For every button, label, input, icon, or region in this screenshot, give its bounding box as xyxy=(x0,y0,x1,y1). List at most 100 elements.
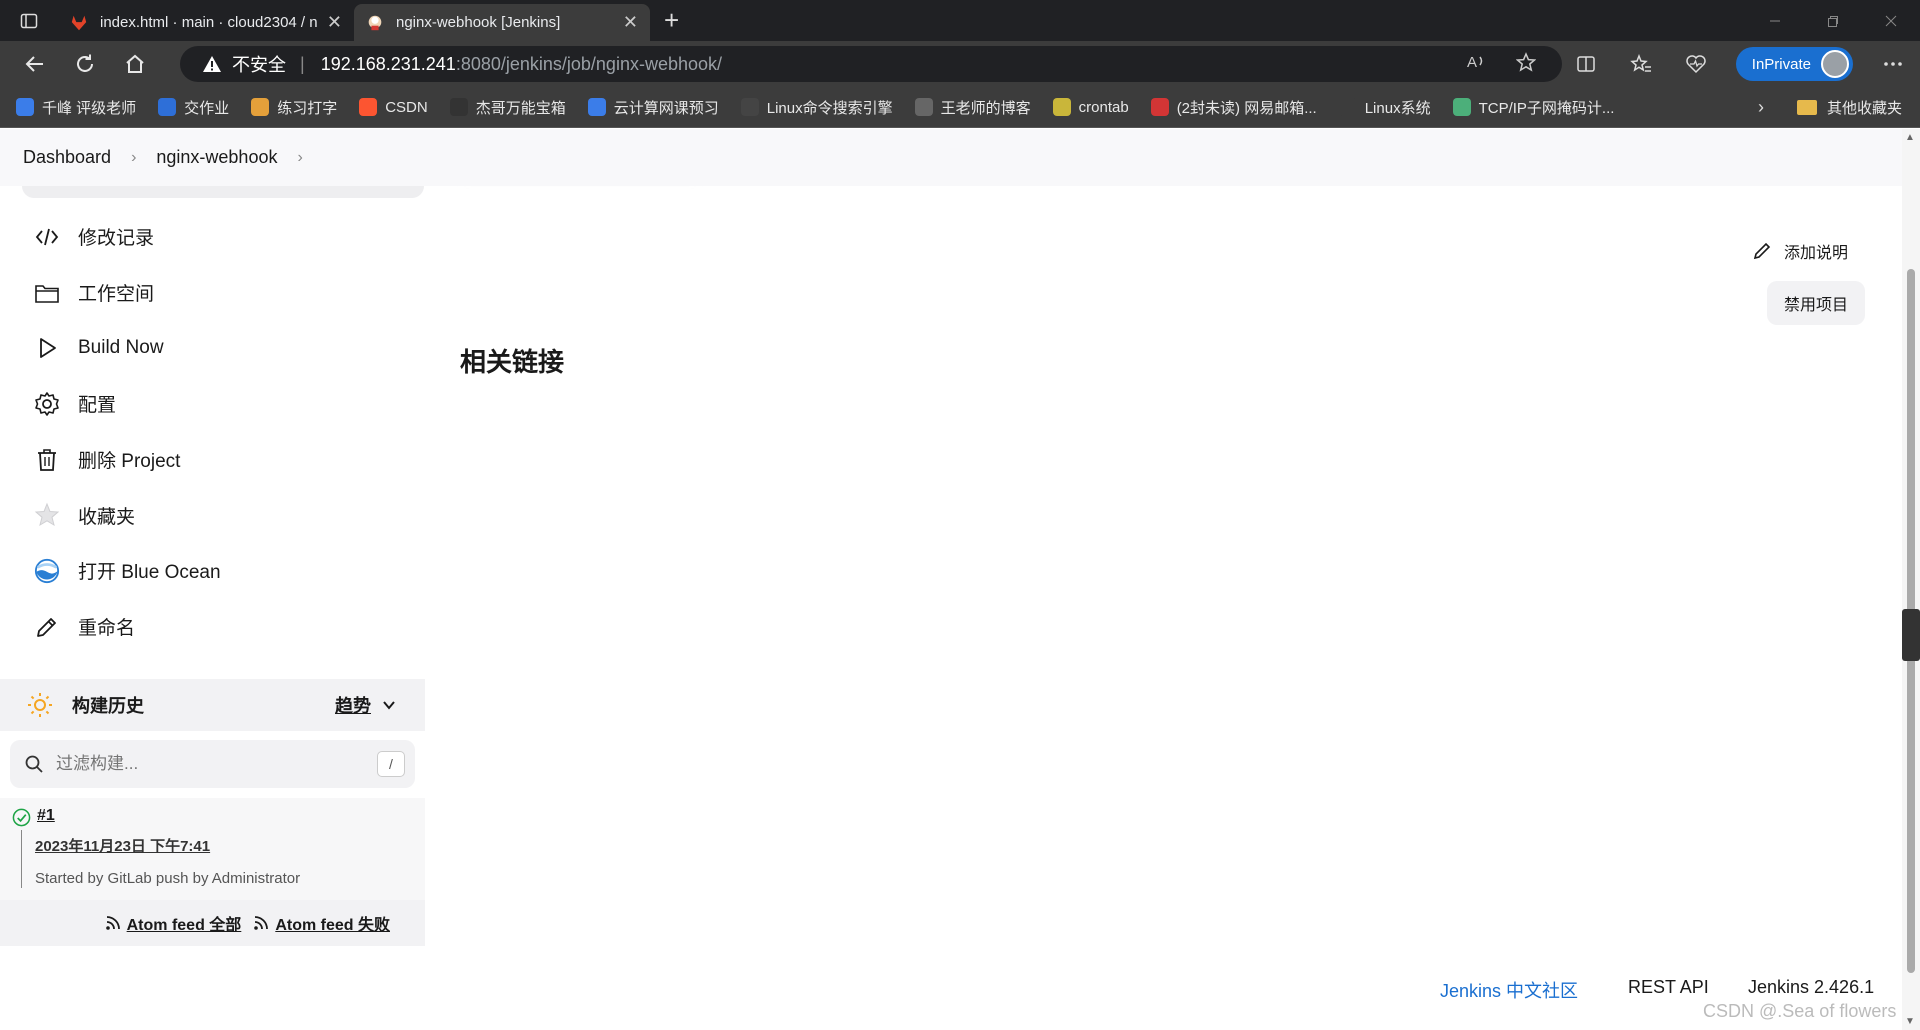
bookmark-item[interactable]: Linux系统 xyxy=(1338,97,1431,118)
pencil-icon xyxy=(1753,242,1771,260)
new-tab-button[interactable]: + xyxy=(664,5,679,36)
add-description-button[interactable]: 添加说明 xyxy=(1752,239,1848,263)
back-arrow-icon xyxy=(25,56,43,72)
bookmark-label: crontab xyxy=(1078,98,1129,116)
tab-title: index.html · main · cloud2304 / n xyxy=(100,14,318,31)
inprivate-profile-button[interactable]: InPrivate xyxy=(1735,47,1853,81)
star-outline-icon xyxy=(1515,51,1537,72)
rss-icon xyxy=(254,916,269,930)
address-separator: | xyxy=(300,53,305,74)
split-screen-button[interactable] xyxy=(1559,54,1614,74)
bookmark-item[interactable]: (2封未读) 网易邮箱... xyxy=(1150,97,1317,118)
sun-icon xyxy=(28,693,52,717)
bookmark-favicon-icon xyxy=(1452,98,1471,116)
bookmark-item[interactable]: CSDN xyxy=(359,98,428,116)
trend-label: 趋势 xyxy=(335,696,371,716)
build-date-link[interactable]: 2023年11月23日 下午7:41 xyxy=(35,835,210,856)
atom-feed-failed-link[interactable]: Atom feed 失败 xyxy=(253,911,390,935)
refresh-icon xyxy=(77,54,93,72)
build-filter-input[interactable] xyxy=(56,754,376,774)
bookmark-item[interactable]: 王老师的博客 xyxy=(914,97,1031,118)
page-scrollbar[interactable]: ▲ ▼ xyxy=(1902,129,1920,1030)
close-icon xyxy=(1885,15,1897,26)
other-favorites-folder[interactable]: 其他收藏夹 xyxy=(1796,97,1902,118)
browser-essentials-button[interactable] xyxy=(1669,54,1724,74)
bookmark-item[interactable]: crontab xyxy=(1052,98,1129,116)
disable-project-button[interactable]: 禁用项目 xyxy=(1767,281,1865,325)
build-row: #1 2023年11月23日 下午7:41 Started by GitLab … xyxy=(0,798,425,900)
address-bar[interactable]: 不安全 | 192.168.231.241:8080/jenkins/job/n… xyxy=(180,46,1562,82)
bookmark-item[interactable]: 千峰 评级老师 xyxy=(16,97,136,118)
rest-api-link[interactable]: REST API xyxy=(1628,977,1709,998)
close-window-button[interactable] xyxy=(1862,0,1920,41)
bookmark-item[interactable]: 云计算网课预习 xyxy=(587,97,719,118)
atom-feed-all-link[interactable]: Atom feed 全部 xyxy=(105,911,241,935)
trend-dropdown[interactable]: 趋势 xyxy=(335,692,397,718)
favorites-icon xyxy=(1630,54,1652,72)
heart-pulse-icon xyxy=(1686,55,1707,74)
side-menu-item-star[interactable]: 收藏夹 xyxy=(22,487,422,543)
scrollbar-grip[interactable] xyxy=(1902,609,1920,661)
tab-close-button[interactable]: ✕ xyxy=(327,12,342,33)
bookmark-label: 千峰 评级老师 xyxy=(42,99,137,117)
tab-close-button[interactable]: ✕ xyxy=(623,12,638,33)
side-menu-item-trash[interactable]: 删除 Project xyxy=(22,432,422,488)
chevron-down-icon xyxy=(383,701,395,710)
browser-tab-gitlab[interactable]: index.html · main · cloud2304 / n ✕ xyxy=(58,4,354,41)
bookmark-favicon-icon xyxy=(16,98,34,116)
restore-button[interactable] xyxy=(1804,0,1862,41)
jenkins-community-link[interactable]: Jenkins 中文社区 xyxy=(1440,977,1578,1003)
side-menu-item-label: 工作空间 xyxy=(78,284,155,306)
bookmarks-more-chevron-icon[interactable]: › xyxy=(1758,97,1764,118)
bookmark-label: Linux命令搜索引擎 xyxy=(766,99,893,117)
refresh-button[interactable] xyxy=(60,41,110,87)
build-filter: / xyxy=(10,740,415,788)
bookmark-favicon-icon xyxy=(251,98,270,116)
bookmark-item[interactable]: 练习打字 xyxy=(251,97,337,118)
breadcrumb-job[interactable]: nginx-webhook xyxy=(156,147,277,168)
favorite-star-button[interactable] xyxy=(1515,51,1537,77)
side-menu-item-play[interactable]: Build Now xyxy=(22,320,422,376)
bookmark-item[interactable]: 交作业 xyxy=(158,97,229,118)
atom-feed-failed-label: Atom feed 失败 xyxy=(275,917,390,934)
chevron-right-icon[interactable]: › xyxy=(297,149,302,167)
bookmark-item[interactable]: TCP/IP子网掩码计... xyxy=(1452,97,1614,118)
bookmark-item[interactable]: Linux命令搜索引擎 xyxy=(740,97,893,118)
read-aloud-button[interactable]: A xyxy=(1466,52,1488,77)
build-number-link[interactable]: #1 xyxy=(37,807,55,825)
minimize-icon xyxy=(1770,20,1780,21)
side-menu-item-label: 删除 Project xyxy=(78,451,181,473)
favorites-button[interactable] xyxy=(1614,54,1669,74)
side-menu-item-pencil[interactable]: 重命名 xyxy=(22,599,422,655)
breadcrumb-dashboard[interactable]: Dashboard xyxy=(23,147,111,168)
tab-actions-button[interactable] xyxy=(0,0,58,41)
restore-icon xyxy=(1828,15,1838,27)
side-menu-item-label: 打开 Blue Ocean xyxy=(78,562,221,584)
bookmark-item[interactable]: 杰哥万能宝箱 xyxy=(449,97,566,118)
bookmark-favicon-icon xyxy=(587,98,606,116)
bookmarks-bar: 千峰 评级老师 交作业 练习打字 CSDN 杰哥万能宝箱 云计算网课预习 Linux命令搜索… xyxy=(0,87,1920,128)
split-screen-icon xyxy=(1577,56,1596,72)
side-menu: 修改记录工作空间 Build Now 配置删除 Project 收藏夹打开 Blue … xyxy=(22,209,422,655)
more-menu-button[interactable] xyxy=(1865,61,1920,67)
other-favorites-label: 其他收藏夹 xyxy=(1826,100,1902,117)
side-menu-item-gear[interactable]: 配置 xyxy=(22,376,422,432)
jenkins-version[interactable]: Jenkins 2.426.1 xyxy=(1748,977,1874,998)
side-menu-item-code[interactable]: 修改记录 xyxy=(22,209,422,265)
avatar xyxy=(1821,50,1849,78)
back-button[interactable] xyxy=(10,41,60,87)
side-menu-item-folder[interactable]: 工作空间 xyxy=(22,265,422,321)
side-menu-item-label: Build Now xyxy=(78,337,164,359)
side-menu-item-blue-ocean[interactable]: 打开 Blue Ocean xyxy=(22,543,422,599)
minimize-button[interactable] xyxy=(1746,0,1804,41)
url-host: 192.168.231.241 xyxy=(320,53,456,74)
scroll-up-arrow-icon[interactable]: ▲ xyxy=(1905,132,1915,143)
inprivate-label: InPrivate xyxy=(1751,55,1811,73)
scroll-down-arrow-icon[interactable]: ▼ xyxy=(1905,1016,1915,1027)
insecure-label[interactable]: 不安全 xyxy=(232,51,286,77)
warning-icon xyxy=(203,56,221,72)
home-button[interactable] xyxy=(110,41,160,87)
read-aloud-icon: A xyxy=(1467,54,1483,71)
browser-tab-jenkins[interactable]: nginx-webhook [Jenkins] ✕ xyxy=(354,4,650,41)
add-description-label: 添加说明 xyxy=(1784,245,1849,262)
